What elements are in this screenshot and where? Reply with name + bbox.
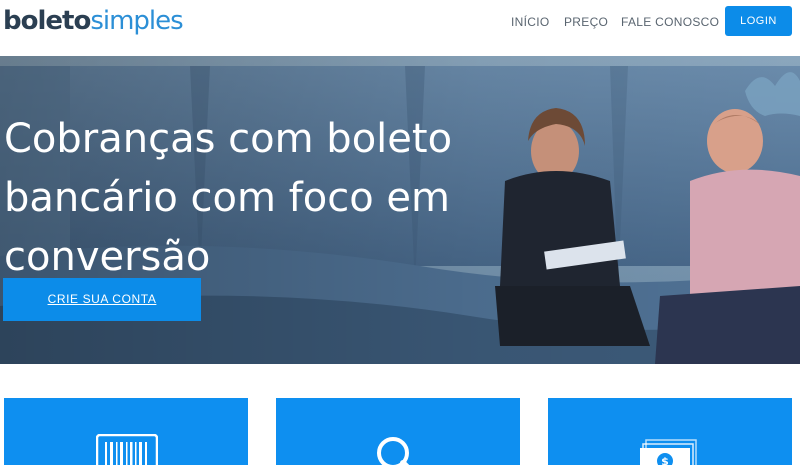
- brand-logo[interactable]: boletosimples: [3, 4, 184, 38]
- feature-card-barcode[interactable]: [4, 398, 248, 465]
- feature-card-search[interactable]: [276, 398, 520, 465]
- hero-headline-line-1: Cobranças com boleto: [4, 116, 453, 162]
- create-account-button[interactable]: CRIE SUA CONTA: [3, 278, 201, 321]
- login-button[interactable]: LOGIN: [725, 6, 792, 36]
- nav-link-inicio[interactable]: INÍCIO: [511, 14, 549, 30]
- feature-card-money[interactable]: $: [548, 398, 792, 465]
- top-navbar: boletosimples INÍCIO PREÇO FALE CONOSCO …: [0, 0, 800, 56]
- hero-headline-line-2: bancário com foco em: [4, 175, 450, 221]
- logo-text-boleto: boleto: [3, 6, 91, 36]
- svg-text:$: $: [661, 455, 669, 465]
- logo-text-simples: simples: [90, 6, 183, 36]
- barcode-icon: [96, 434, 158, 465]
- magnifier-icon: [377, 437, 410, 465]
- nav-link-preco[interactable]: PREÇO: [564, 14, 608, 30]
- money-stack-icon: $: [640, 439, 697, 465]
- hero-headline: Cobranças com boleto bancário com foco e…: [4, 110, 524, 287]
- hero-banner: Cobranças com boleto bancário com foco e…: [0, 56, 800, 364]
- nav-link-fale-conosco[interactable]: FALE CONOSCO: [621, 14, 719, 30]
